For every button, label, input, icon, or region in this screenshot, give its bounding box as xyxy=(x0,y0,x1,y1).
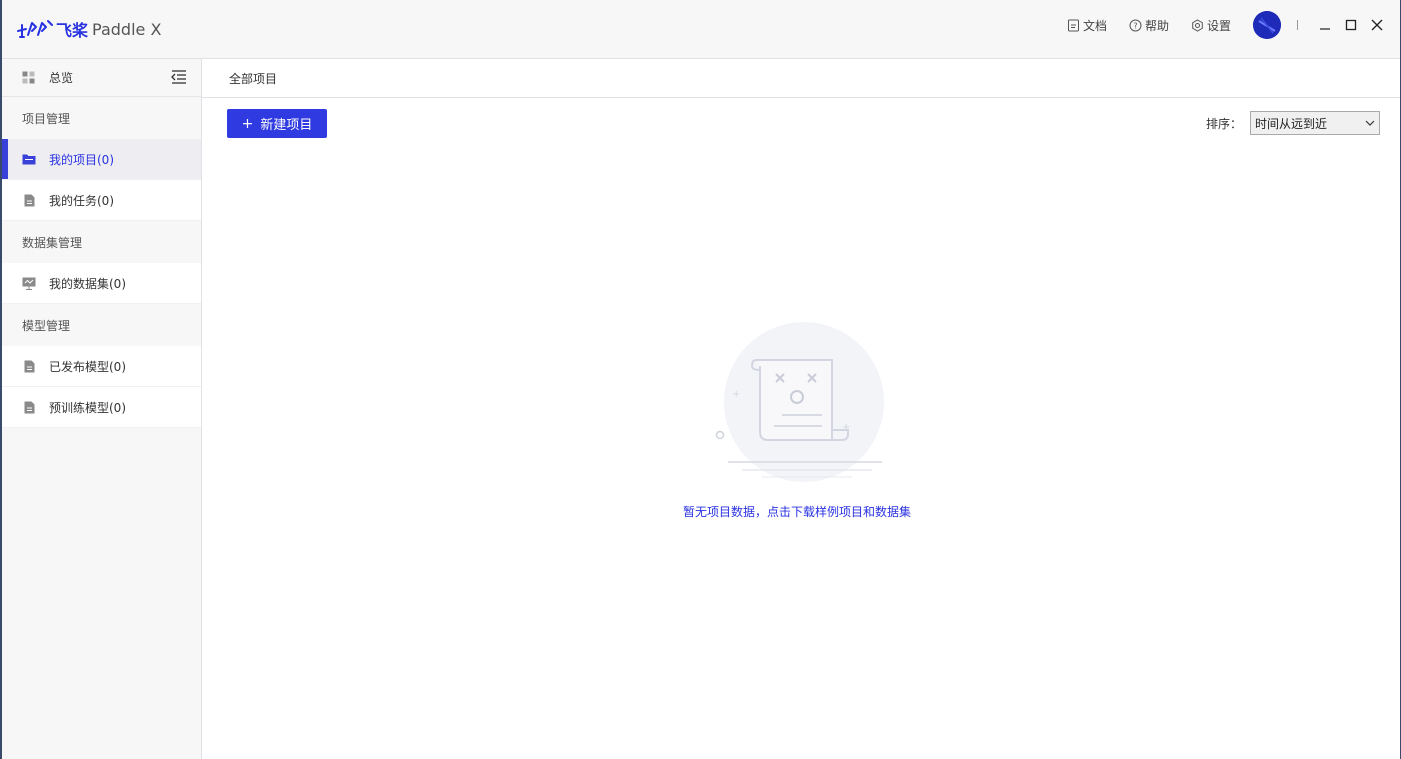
doc-icon xyxy=(1067,19,1079,31)
user-avatar[interactable] xyxy=(1253,11,1281,39)
gear-icon xyxy=(1192,18,1203,32)
folder-icon xyxy=(22,152,36,166)
minimize-button[interactable] xyxy=(1312,12,1338,38)
maximize-icon xyxy=(1345,19,1357,31)
sidebar-group-title: 模型管理 xyxy=(2,304,201,346)
file-icon xyxy=(22,193,36,207)
sidebar-item-my-projects[interactable]: 我的项目(0) xyxy=(2,139,201,180)
close-icon xyxy=(1371,19,1383,31)
sort-select-value: 时间从远到近 xyxy=(1255,116,1328,131)
docs-link[interactable]: 文档 xyxy=(1067,17,1107,34)
app-window: 飞桨 Paddle X 文档 ? 帮助 设置 总览 项目管理 我的项目(0) 我… xyxy=(0,0,1401,759)
topbar-divider xyxy=(1297,20,1298,30)
sidebar-group-title: 项目管理 xyxy=(2,97,201,139)
sidebar-item-label: 我的任务(0) xyxy=(49,193,114,208)
logo-text-cn: 飞桨 xyxy=(56,21,89,40)
new-project-label: 新建项目 xyxy=(260,118,313,133)
sidebar-item-label: 已发布模型(0) xyxy=(49,359,126,374)
maximize-button[interactable] xyxy=(1338,12,1364,38)
sidebar-overview-label: 总览 xyxy=(49,71,74,85)
sidebar-item-pretrained-models[interactable]: 预训练模型(0) xyxy=(2,387,201,428)
sidebar-item-my-tasks[interactable]: 我的任务(0) xyxy=(2,180,201,221)
top-actions: 文档 ? 帮助 设置 xyxy=(1067,0,1400,50)
breadcrumb-label: 全部项目 xyxy=(229,71,278,86)
empty-state-illustration-icon: + + xyxy=(715,322,884,482)
svg-text:+: + xyxy=(842,422,850,433)
minimize-icon xyxy=(1320,28,1330,30)
settings-link[interactable]: 设置 xyxy=(1191,17,1231,34)
chevron-down-icon xyxy=(1365,120,1375,126)
title-bar: 飞桨 Paddle X 文档 ? 帮助 设置 xyxy=(2,0,1400,59)
sidebar: 总览 项目管理 我的项目(0) 我的任务(0) 数据集管理 我的数据集(0) 模… xyxy=(2,59,202,759)
logo-text-en: Paddle X xyxy=(92,19,162,39)
sort-select[interactable]: 时间从远到近 xyxy=(1250,111,1380,135)
logo: 飞桨 Paddle X xyxy=(16,14,161,44)
empty-state-download-link[interactable]: 暂无项目数据，点击下载样例项目和数据集 xyxy=(683,503,911,520)
dashboard-icon xyxy=(22,71,35,84)
close-button[interactable] xyxy=(1364,12,1390,38)
sidebar-item-label: 预训练模型(0) xyxy=(49,400,126,415)
collapse-menu-icon[interactable] xyxy=(171,70,187,84)
breadcrumb: 全部项目 xyxy=(202,59,1400,98)
docs-link-label: 文档 xyxy=(1082,18,1107,33)
settings-link-label: 设置 xyxy=(1206,18,1231,33)
file-icon xyxy=(22,400,36,414)
help-link[interactable]: ? 帮助 xyxy=(1129,17,1169,34)
toolbar: + 新建项目 排序： 时间从远到近 xyxy=(202,98,1400,148)
sort-label: 排序： xyxy=(1205,116,1242,131)
sidebar-group-title: 数据集管理 xyxy=(2,221,201,263)
sidebar-item-label: 我的项目(0) xyxy=(49,152,114,167)
sidebar-overview[interactable]: 总览 xyxy=(2,59,201,97)
paddle-logo-icon xyxy=(17,20,53,38)
dataset-icon xyxy=(22,276,36,290)
help-icon: ? xyxy=(1129,19,1142,31)
sidebar-item-published-models[interactable]: 已发布模型(0) xyxy=(2,346,201,387)
sidebar-item-label: 我的数据集(0) xyxy=(49,276,126,291)
help-link-label: 帮助 xyxy=(1144,18,1169,33)
sort-control: 排序： 时间从远到近 xyxy=(1206,111,1380,135)
file-icon xyxy=(22,359,36,373)
sidebar-item-my-datasets[interactable]: 我的数据集(0) xyxy=(2,263,201,304)
svg-text:?: ? xyxy=(1133,21,1137,30)
main-content: 全部项目 + 新建项目 排序： 时间从远到近 + + 暂无项目数据，点击下载样例… xyxy=(202,59,1400,759)
plus-icon: + xyxy=(241,115,254,132)
avatar-image-icon xyxy=(1253,11,1281,39)
new-project-button[interactable]: + 新建项目 xyxy=(227,109,327,138)
svg-text:+: + xyxy=(732,389,740,400)
